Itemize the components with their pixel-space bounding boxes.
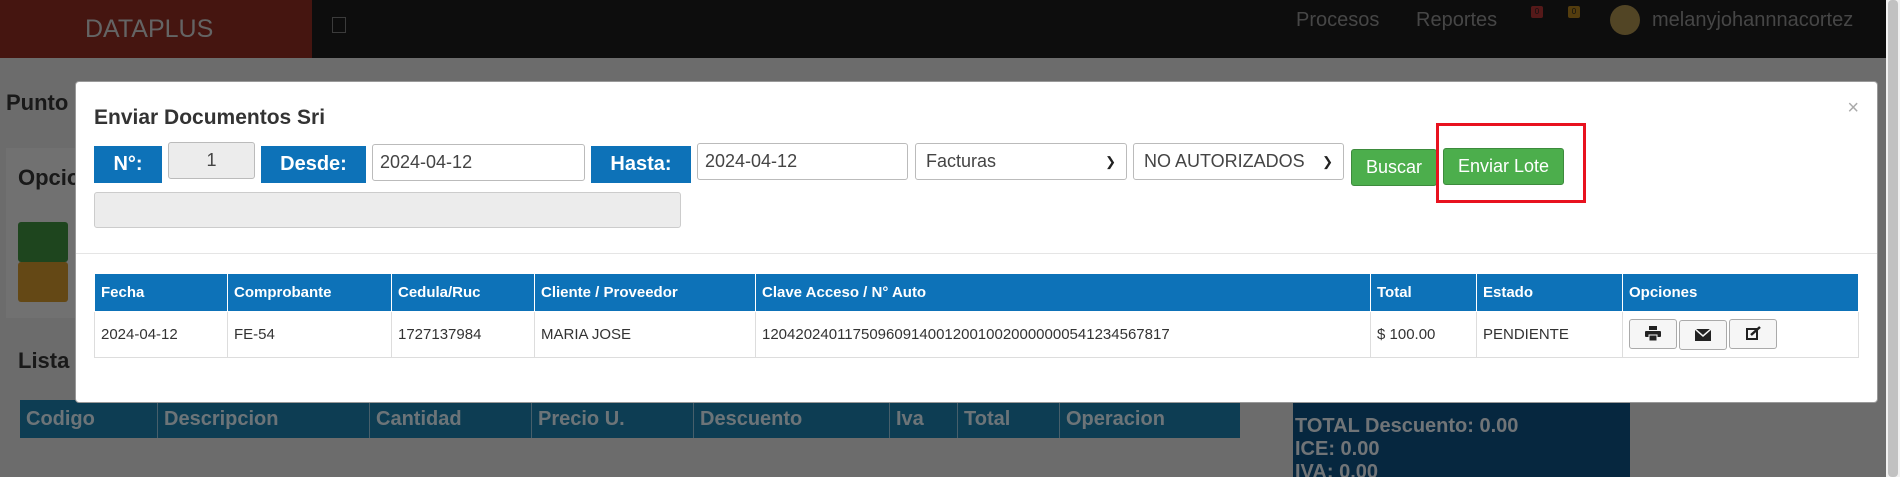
table-row[interactable]: 2024-04-12 FE-54 1727137984 MARIA JOSE 1… (94, 311, 1859, 358)
buscar-button[interactable]: Buscar (1351, 149, 1437, 186)
tipo-selected-value: Facturas (926, 151, 997, 171)
print-button[interactable] (1629, 318, 1677, 349)
chevron-down-icon: ❯ (1322, 153, 1333, 169)
numero-field[interactable] (168, 142, 255, 179)
cell-opciones (1622, 311, 1859, 358)
tipo-documento-select[interactable]: Facturas ❯ (915, 143, 1127, 180)
cell-clave: 1204202401175096091400120010020000000541… (755, 311, 1371, 358)
edit-icon (1745, 326, 1761, 341)
envelope-icon (1695, 329, 1711, 342)
documents-table: Fecha Comprobante Cedula/Ruc Cliente / P… (94, 273, 1859, 358)
modal-divider (76, 253, 1877, 254)
edit-button[interactable] (1729, 318, 1777, 349)
modal-title: Enviar Documentos Sri (94, 106, 326, 129)
col-estado: Estado (1476, 273, 1623, 312)
hasta-date-input[interactable] (697, 143, 908, 180)
close-icon[interactable]: × (1847, 97, 1859, 120)
table-header-row: Fecha Comprobante Cedula/Ruc Cliente / P… (94, 273, 1859, 312)
cell-estado: PENDIENTE (1476, 311, 1623, 358)
cell-cedula: 1727137984 (391, 311, 535, 358)
col-cedula: Cedula/Ruc (391, 273, 535, 312)
chevron-down-icon: ❯ (1105, 153, 1116, 169)
scrollbar-thumb[interactable] (1888, 0, 1898, 477)
desde-label: Desde: (261, 146, 366, 183)
cell-comprobante: FE-54 (227, 311, 392, 358)
progress-bar (94, 192, 681, 228)
cell-fecha: 2024-04-12 (94, 311, 228, 358)
estado-selected-value: NO AUTORIZADOS (1144, 151, 1305, 171)
estado-select[interactable]: NO AUTORIZADOS ❯ (1133, 143, 1344, 180)
col-total: Total (1370, 273, 1477, 312)
col-clave: Clave Acceso / N° Auto (755, 273, 1371, 312)
desde-date-input[interactable] (372, 144, 585, 181)
highlight-annotation (1436, 123, 1586, 203)
email-button[interactable] (1679, 320, 1727, 351)
numero-label: N°: (94, 146, 162, 183)
col-cliente: Cliente / Proveedor (534, 273, 756, 312)
print-icon (1645, 326, 1661, 342)
hasta-label: Hasta: (591, 146, 691, 183)
col-comprobante: Comprobante (227, 273, 392, 312)
col-opciones: Opciones (1622, 273, 1859, 312)
cell-cliente: MARIA JOSE (534, 311, 756, 358)
col-fecha: Fecha (94, 273, 228, 312)
cell-total: $ 100.00 (1370, 311, 1477, 358)
